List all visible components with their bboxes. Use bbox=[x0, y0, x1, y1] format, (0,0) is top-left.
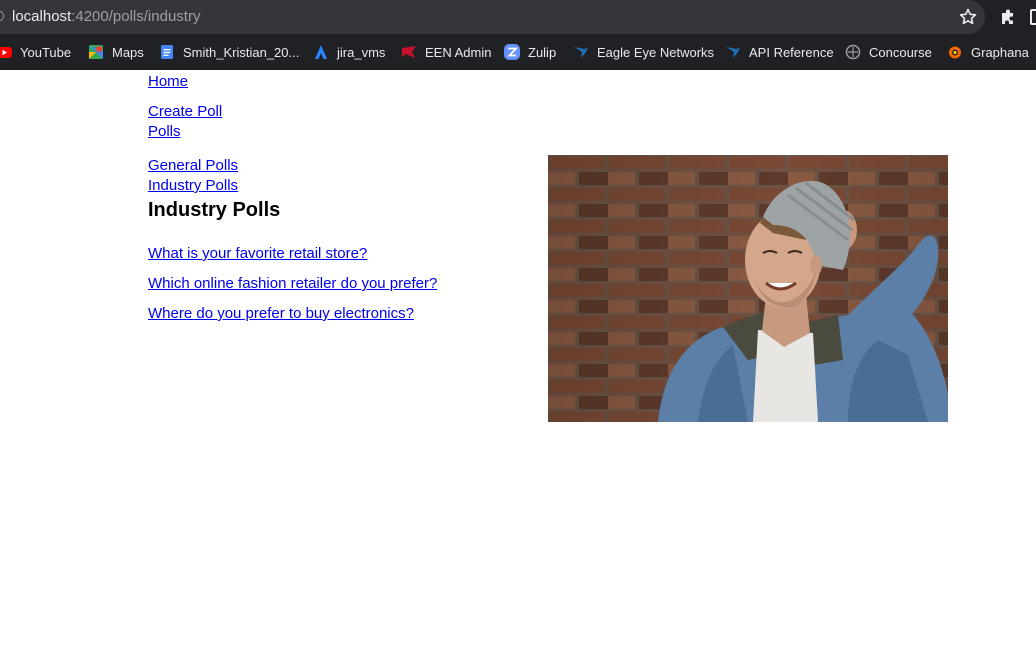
eagle-eye-icon bbox=[726, 47, 740, 58]
bookmark-eagle-eye-networks[interactable]: Eagle Eye Networks bbox=[573, 43, 714, 61]
eagle-eye-icon bbox=[574, 47, 588, 58]
bookmark-api-reference[interactable]: API Reference bbox=[725, 43, 834, 61]
address-bar[interactable]: localhost:4200/polls/industry bbox=[0, 0, 985, 34]
site-info-icon[interactable] bbox=[0, 11, 4, 21]
bookmark-label: Maps bbox=[112, 44, 144, 60]
poll-link[interactable]: Which online fashion retailer do you pre… bbox=[148, 275, 437, 292]
bookmark-zulip[interactable]: Zulip bbox=[504, 43, 556, 61]
bookmark-label: EEN Admin bbox=[425, 44, 492, 60]
een-icon bbox=[402, 46, 416, 58]
concourse-icon bbox=[845, 44, 861, 60]
grafana-icon bbox=[949, 46, 961, 59]
bookmark-label: Smith_Kristian_20... bbox=[183, 44, 300, 60]
side-panel-icon[interactable] bbox=[1030, 9, 1036, 25]
jira-icon bbox=[315, 45, 327, 59]
hero-photo-illustration bbox=[548, 155, 948, 422]
hero-photo bbox=[548, 155, 948, 422]
nav-industry-polls-link[interactable]: Industry Polls bbox=[148, 177, 238, 194]
bookmark-graphana[interactable]: Graphana bbox=[947, 43, 1029, 61]
bookmark-label: Zulip bbox=[528, 44, 557, 60]
bookmark-star-icon[interactable] bbox=[958, 7, 978, 27]
bookmark-label: jira_vms bbox=[337, 44, 386, 60]
page-content: Home Create Poll Polls General Polls Ind… bbox=[0, 70, 1036, 664]
docs-icon bbox=[161, 45, 173, 59]
bookmark-label: Concourse bbox=[869, 44, 932, 60]
bookmark-youtube[interactable]: YouTube bbox=[0, 43, 72, 61]
extensions-icon[interactable] bbox=[998, 7, 1018, 27]
youtube-icon bbox=[0, 47, 12, 58]
nav-polls-link[interactable]: Polls bbox=[148, 123, 181, 140]
poll-link[interactable]: Where do you prefer to buy electronics? bbox=[148, 305, 414, 322]
browser-toolbar: localhost:4200/polls/industry YouTube Ma… bbox=[0, 0, 1036, 70]
bookmark-een-admin[interactable]: EEN Admin bbox=[401, 43, 491, 61]
bookmarks-bar: YouTube Maps Smith_Kristian_20... jira_v… bbox=[0, 34, 1036, 70]
bookmark-concourse[interactable]: Concourse bbox=[845, 43, 932, 61]
bookmark-maps[interactable]: Maps bbox=[88, 43, 144, 61]
url-host: localhost bbox=[12, 8, 72, 25]
bookmark-label: Graphana bbox=[971, 44, 1029, 60]
bookmark-label: API Reference bbox=[749, 44, 834, 60]
page-title: Industry Polls bbox=[148, 199, 281, 221]
url-text[interactable]: localhost:4200/polls/industry bbox=[12, 8, 200, 25]
nav-general-polls-link[interactable]: General Polls bbox=[148, 157, 238, 174]
poll-link[interactable]: What is your favorite retail store? bbox=[148, 245, 367, 262]
bookmark-label: YouTube bbox=[20, 44, 72, 60]
zulip-icon bbox=[504, 44, 520, 60]
nav-home-link[interactable]: Home bbox=[148, 73, 188, 90]
bookmark-smith-kristian[interactable]: Smith_Kristian_20... bbox=[159, 43, 299, 61]
maps-icon bbox=[89, 45, 103, 59]
url-path: :4200/polls/industry bbox=[71, 8, 201, 25]
nav-create-poll-link[interactable]: Create Poll bbox=[148, 103, 222, 120]
bookmark-label: Eagle Eye Networks bbox=[597, 44, 715, 60]
bookmark-jira-vms[interactable]: jira_vms bbox=[313, 43, 385, 61]
